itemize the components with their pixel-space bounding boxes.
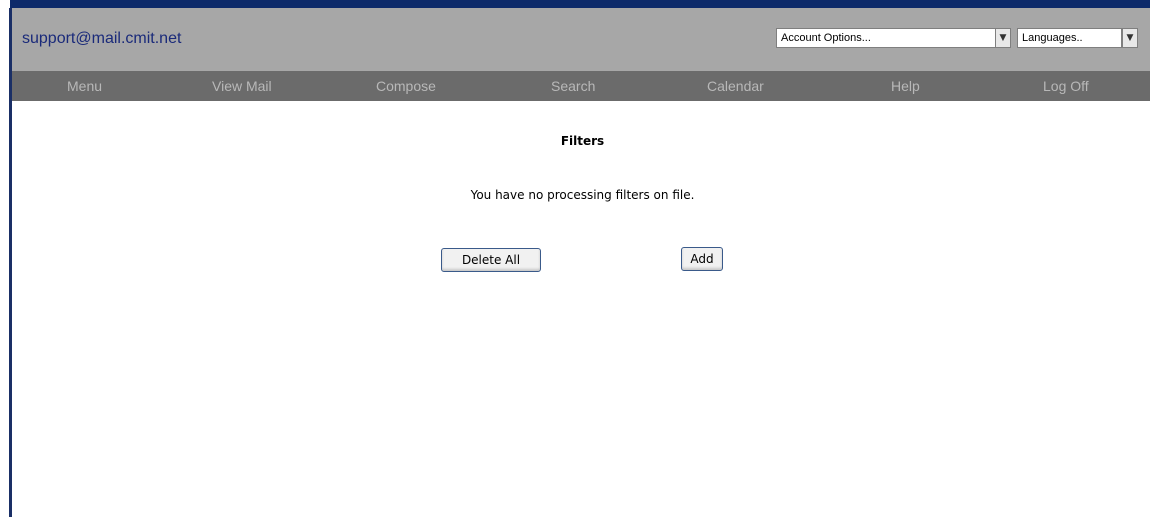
nav-calendar[interactable]: Calendar (707, 78, 764, 94)
nav-log-off[interactable]: Log Off (1043, 78, 1089, 94)
delete-all-button[interactable]: Delete All (441, 248, 541, 272)
account-options-select[interactable]: Account Options... (776, 28, 996, 48)
nav-view-mail[interactable]: View Mail (212, 78, 272, 94)
webmail-window: support@mail.cmit.net Account Options...… (0, 0, 1150, 517)
nav-help[interactable]: Help (891, 78, 920, 94)
nav-compose[interactable]: Compose (376, 78, 436, 94)
header-bar: support@mail.cmit.net Account Options...… (12, 8, 1150, 71)
account-options-dropdown-icon[interactable]: ▼ (995, 28, 1011, 48)
empty-filters-message: You have no processing filters on file. (470, 188, 695, 202)
page-title: Filters (560, 134, 605, 148)
account-email: support@mail.cmit.net (22, 30, 182, 47)
nav-search[interactable]: Search (551, 78, 595, 94)
add-filter-button[interactable]: Add (681, 247, 723, 271)
languages-select[interactable]: Languages.. (1017, 28, 1122, 48)
top-border (10, 0, 1150, 8)
main-nav: Menu View Mail Compose Search Calendar H… (12, 71, 1150, 101)
languages-dropdown-icon[interactable]: ▼ (1122, 28, 1138, 48)
nav-menu[interactable]: Menu (67, 78, 102, 94)
